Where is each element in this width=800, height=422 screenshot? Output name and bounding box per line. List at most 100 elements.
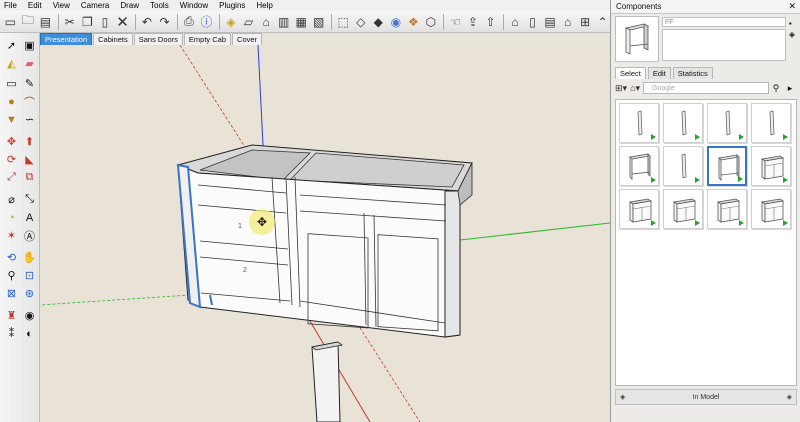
new-icon[interactable]: ▭ (2, 13, 19, 31)
share-model-icon[interactable]: ⇪ (465, 13, 482, 31)
push-pull-icon[interactable]: ⬆ (21, 133, 38, 150)
scene-tab-cover[interactable]: Cover (232, 33, 263, 45)
circle-tool-icon[interactable]: ● (3, 93, 20, 110)
monochrome-icon[interactable]: ⬡ (423, 13, 440, 31)
door-icon[interactable]: ▯ (524, 13, 541, 31)
component-thumbnail[interactable] (751, 189, 791, 229)
menu-item-plugins[interactable]: Plugins (219, 1, 245, 10)
wireframe-icon[interactable]: ◇ (352, 13, 369, 31)
menu-item-edit[interactable]: Edit (28, 1, 42, 10)
forward-icon[interactable]: ◈ (787, 393, 792, 401)
xray-icon[interactable]: ⬚ (335, 13, 352, 31)
iso-view-icon[interactable]: ◈ (223, 13, 240, 31)
component-tool-icon[interactable]: ▣ (21, 37, 38, 54)
component-thumbnail[interactable] (751, 103, 791, 143)
menu-item-file[interactable]: File (4, 1, 17, 10)
model-info-icon[interactable]: ⓘ (198, 13, 215, 31)
component-thumbnail[interactable] (663, 103, 703, 143)
rectangle-tool-icon[interactable]: ▭ (3, 75, 20, 92)
menu-item-camera[interactable]: Camera (81, 1, 109, 10)
zoom-extents-icon[interactable]: ⊠ (3, 285, 20, 302)
scene-tab-empty-cab[interactable]: Empty Cab (183, 33, 232, 45)
scene-tab-presentation[interactable]: Presentation (40, 33, 93, 45)
panel-tab-statistics[interactable]: Statistics (672, 67, 713, 79)
back-view-icon[interactable]: ▦ (293, 13, 310, 31)
open-icon[interactable]: 🗀 (20, 13, 37, 31)
hidden-line-icon[interactable]: ◆ (370, 13, 387, 31)
component-thumbnail[interactable] (707, 103, 747, 143)
select-tool-icon[interactable]: ➚ (3, 37, 20, 54)
cut-icon[interactable]: ✂ (62, 13, 79, 31)
menu-item-draw[interactable]: Draw (120, 1, 139, 10)
back-icon[interactable]: ◈ (620, 393, 625, 401)
view-options-icon[interactable]: ⊞▾ (615, 83, 627, 94)
pin-icon[interactable]: ▪ (789, 18, 795, 29)
share-component-icon[interactable]: ⇧ (482, 13, 499, 31)
home-icon[interactable]: ⌂ (559, 13, 576, 31)
text-tool-icon[interactable]: A (21, 209, 38, 226)
dimension-tool-icon[interactable]: ⤡ (21, 191, 38, 208)
previous-view-icon[interactable]: ⊛ (21, 285, 38, 302)
freehand-tool-icon[interactable]: ∽ (21, 111, 38, 128)
tape-measure-icon[interactable]: ⌀ (3, 191, 20, 208)
get-models-icon[interactable]: ☜ (447, 13, 464, 31)
component-thumbnail[interactable] (707, 146, 747, 186)
copy-icon[interactable]: ❐ (79, 13, 96, 31)
paint-bucket-icon[interactable]: ◭ (3, 55, 20, 72)
details-icon[interactable]: ▸ (783, 83, 797, 94)
zoom-tool-icon[interactable]: ⚲ (3, 267, 20, 284)
component-thumbnail[interactable] (619, 189, 659, 229)
erase-icon[interactable]: ✕ (114, 13, 131, 31)
3d-text-icon[interactable]: Ⓐ (21, 227, 38, 244)
menu-item-help[interactable]: Help (256, 1, 272, 10)
component-thumbnail[interactable] (751, 146, 791, 186)
panel-tab-edit[interactable]: Edit (647, 67, 671, 79)
search-input[interactable]: Google (643, 82, 769, 94)
home-icon[interactable]: ⌂▾ (630, 83, 640, 94)
orbit-tool-icon[interactable]: ⟲ (3, 249, 20, 266)
walk-tool-icon[interactable]: ⁑ (3, 325, 20, 342)
right-view-icon[interactable]: ▥ (275, 13, 292, 31)
axes-tool-icon[interactable]: ✶ (3, 227, 20, 244)
offset-tool-icon[interactable]: ⧉ (21, 169, 38, 186)
cabinet-icon[interactable]: ▤ (542, 13, 559, 31)
component-thumbnail[interactable] (663, 146, 703, 186)
component-thumbnail[interactable] (619, 103, 659, 143)
paste-icon[interactable]: ▯ (97, 13, 114, 31)
zoom-window-icon[interactable]: ⊡ (21, 267, 38, 284)
pan-tool-icon[interactable]: ✋ (21, 249, 38, 266)
scene-tab-cabinets[interactable]: Cabinets (93, 33, 133, 45)
print-icon[interactable]: ⎙ (181, 13, 198, 31)
house-icon[interactable]: ⌂ (507, 13, 524, 31)
component-thumbnail[interactable] (619, 146, 659, 186)
left-view-icon[interactable]: ▧ (310, 13, 327, 31)
move-tool-icon[interactable]: ✥ (3, 133, 20, 150)
panel-tab-select[interactable]: Select (615, 67, 646, 79)
follow-me-icon[interactable]: ◣ (21, 151, 38, 168)
menu-item-tools[interactable]: Tools (150, 1, 169, 10)
look-around-icon[interactable]: ◉ (21, 307, 38, 324)
arc-tool-icon[interactable]: ⌒ (21, 93, 38, 110)
menu-item-view[interactable]: View (53, 1, 70, 10)
extension-icon[interactable]: ⊞ (577, 13, 594, 31)
shaded-icon[interactable]: ◉ (388, 13, 405, 31)
position-camera-icon[interactable]: ♜ (3, 307, 20, 324)
search-icon[interactable]: ⚲ (769, 83, 783, 94)
roof-icon[interactable]: ⌃ (594, 13, 611, 31)
component-description-field[interactable] (662, 29, 786, 61)
rotate-tool-icon[interactable]: ⟳ (3, 151, 20, 168)
line-tool-icon[interactable]: ✎ (21, 75, 38, 92)
top-view-icon[interactable]: ▱ (240, 13, 257, 31)
scale-tool-icon[interactable]: ⤢ (3, 169, 20, 186)
polygon-tool-icon[interactable]: ▼ (3, 111, 20, 128)
protractor-icon[interactable]: ◔ (3, 209, 20, 226)
scene-tab-sans-doors[interactable]: Sans Doors (133, 33, 183, 45)
save-icon[interactable]: ▤ (37, 13, 54, 31)
undo-icon[interactable]: ↶ (139, 13, 156, 31)
component-name-field[interactable]: FF (662, 17, 786, 27)
close-icon[interactable]: ✕ (788, 1, 796, 12)
model-viewport[interactable]: ✥ 1 2 (40, 45, 610, 422)
front-view-icon[interactable]: ⌂ (258, 13, 275, 31)
menu-item-window[interactable]: Window (180, 1, 208, 10)
redo-icon[interactable]: ↷ (156, 13, 173, 31)
